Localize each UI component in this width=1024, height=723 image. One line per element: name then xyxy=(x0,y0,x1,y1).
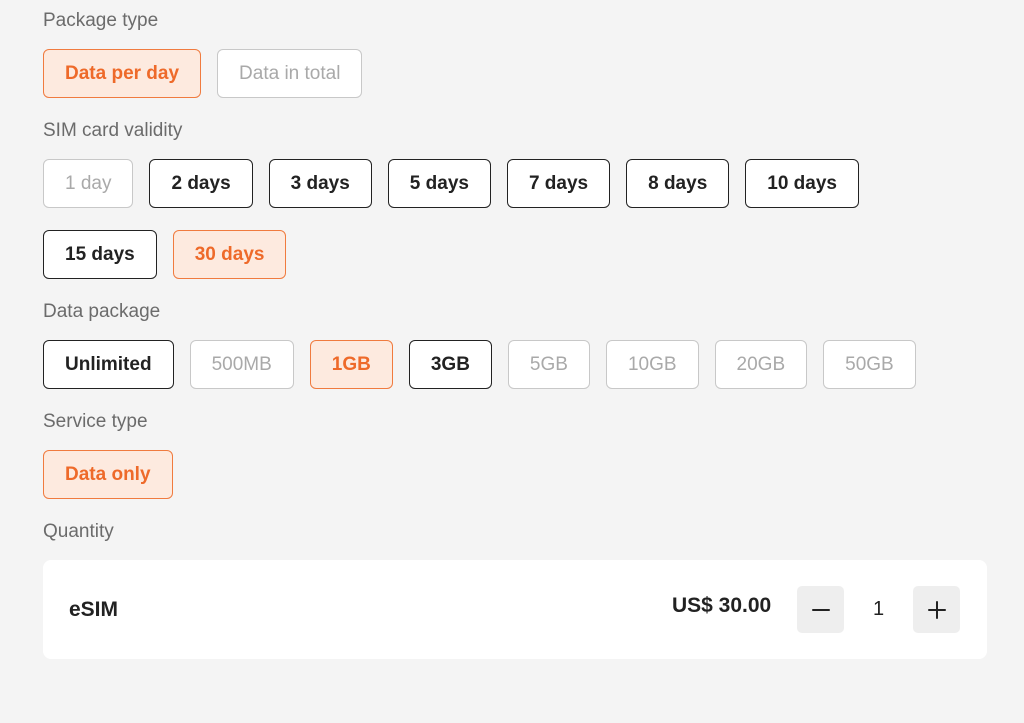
option-15-days[interactable]: 15 days xyxy=(43,230,157,279)
option-label: Data per day xyxy=(65,62,180,84)
option-30-days[interactable]: 30 days xyxy=(172,230,287,279)
service-type-label: Service type xyxy=(43,411,148,432)
option-7-days[interactable]: 7 days xyxy=(506,159,611,208)
option-label: Data only xyxy=(65,463,151,485)
quantity-value[interactable]: 1 xyxy=(844,598,913,621)
option-data-only[interactable]: Data only xyxy=(43,450,173,499)
item-price: US$ 30.00 xyxy=(672,594,772,617)
option-label: 30 days xyxy=(194,243,265,265)
option-label: 1 day xyxy=(65,172,112,194)
option-label: Data in total xyxy=(239,62,341,84)
increment-button[interactable] xyxy=(913,586,960,633)
option-label: 8 days xyxy=(648,172,708,194)
product-options: Package type Data per day Data in total … xyxy=(43,0,987,659)
option-500mb[interactable]: 500MB xyxy=(189,340,294,389)
sim-validity-label: SIM card validity xyxy=(43,120,183,141)
option-label: Unlimited xyxy=(65,353,152,375)
option-1gb[interactable]: 1GB xyxy=(309,340,393,389)
option-5gb[interactable]: 5GB xyxy=(507,340,590,389)
option-20gb[interactable]: 20GB xyxy=(714,340,808,389)
option-label: 500MB xyxy=(211,353,272,375)
sim-validity-options: 1 day 2 days 3 days 5 days 7 days 8 days… xyxy=(43,159,903,279)
option-50gb[interactable]: 50GB xyxy=(823,340,916,389)
option-label: 2 days xyxy=(171,172,231,194)
minus-icon xyxy=(811,608,830,611)
option-label: 10 days xyxy=(767,172,837,194)
option-3-days[interactable]: 3 days xyxy=(268,159,372,208)
option-5-days[interactable]: 5 days xyxy=(387,159,491,208)
option-1-day[interactable]: 1 day xyxy=(43,159,134,208)
option-label: 15 days xyxy=(65,243,135,265)
option-label: 3GB xyxy=(430,353,470,375)
option-10gb[interactable]: 10GB xyxy=(605,340,699,389)
option-label: 7 days xyxy=(528,172,589,194)
service-type-options: Data only xyxy=(43,450,987,499)
quantity-card: eSIM US$ 30.00 1 xyxy=(43,560,987,659)
option-label: 50GB xyxy=(845,353,894,375)
option-label: 10GB xyxy=(627,353,677,375)
option-10-days[interactable]: 10 days xyxy=(745,159,859,208)
option-label: 20GB xyxy=(736,353,786,375)
option-3gb[interactable]: 3GB xyxy=(408,340,492,389)
item-name: eSIM xyxy=(69,597,119,621)
data-package-options: Unlimited 500MB 1GB 3GB 5GB 10GB 20GB 50… xyxy=(43,340,987,389)
option-8-days[interactable]: 8 days xyxy=(626,159,730,208)
option-label: 5 days xyxy=(409,172,469,194)
option-2-days[interactable]: 2 days xyxy=(149,159,253,208)
quantity-label: Quantity xyxy=(43,521,114,542)
option-label: 3 days xyxy=(290,172,350,194)
option-unlimited[interactable]: Unlimited xyxy=(43,340,174,389)
option-label: 5GB xyxy=(529,353,568,375)
package-type-options: Data per day Data in total xyxy=(43,49,987,98)
data-package-label: Data package xyxy=(43,301,161,322)
plus-icon xyxy=(927,600,946,619)
package-type-label: Package type xyxy=(43,10,159,31)
option-data-in-total[interactable]: Data in total xyxy=(217,49,363,98)
decrement-button[interactable] xyxy=(797,586,844,633)
option-data-per-day[interactable]: Data per day xyxy=(43,49,202,98)
option-label: 1GB xyxy=(331,353,371,375)
